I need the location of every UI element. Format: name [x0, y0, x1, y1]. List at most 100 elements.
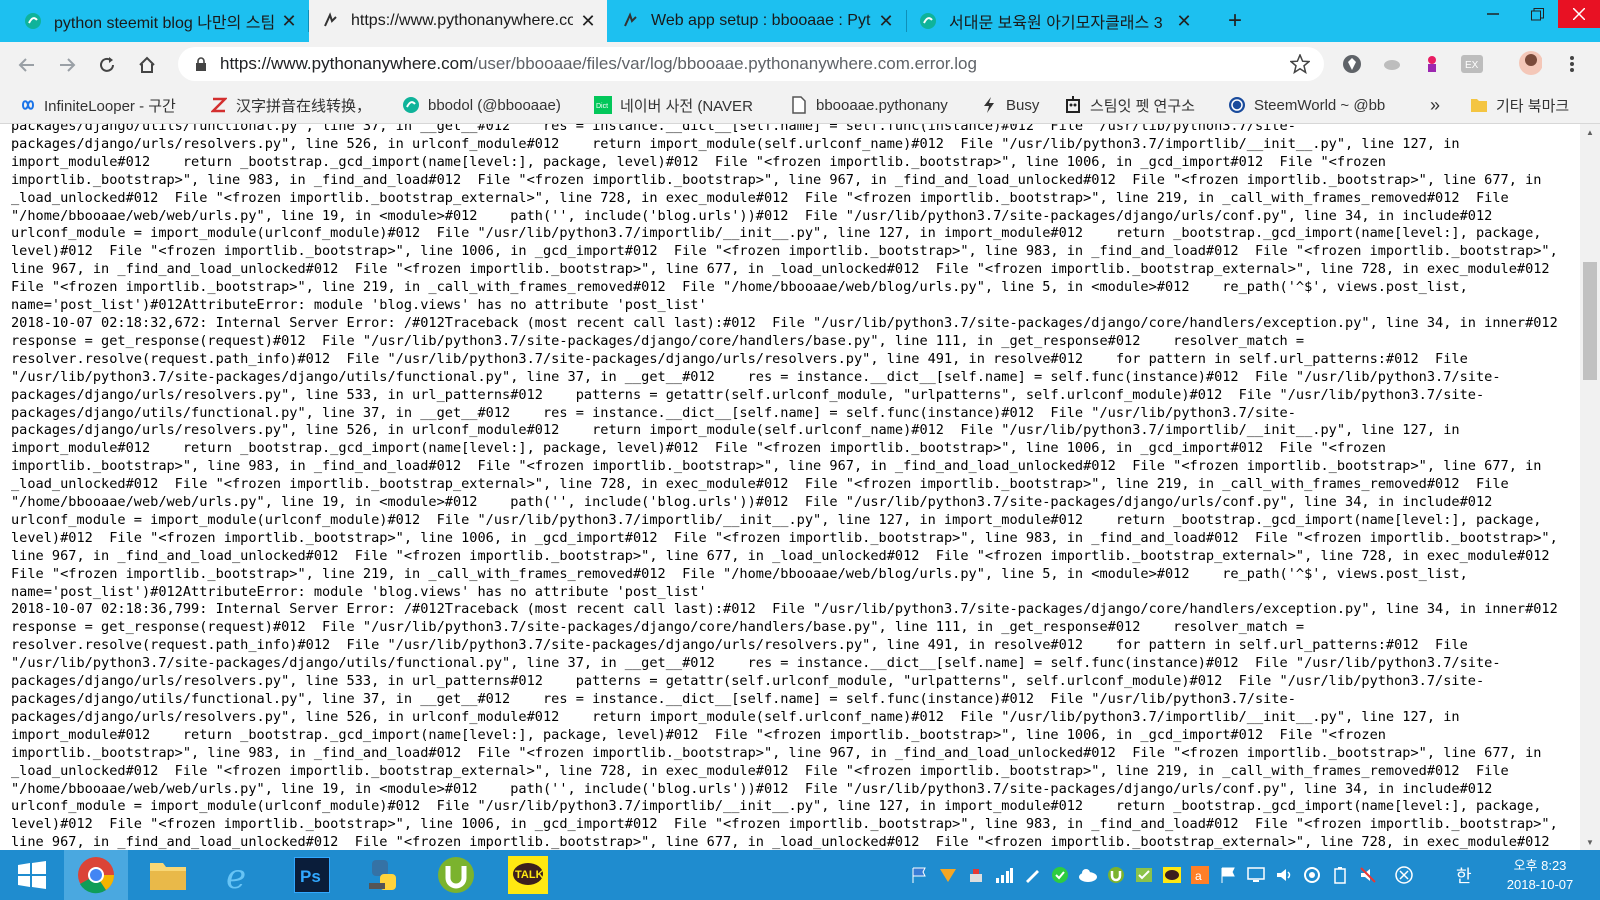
bookmark-infinitelooper[interactable]: InfiniteLooper - 구간: [18, 87, 188, 123]
bookmark-steemworld[interactable]: SteemWorld ~ @bb: [1228, 87, 1400, 123]
log-line: import_module#012 return _bootstrap._gcd…: [11, 440, 1386, 457]
tray-usb-icon[interactable]: [966, 863, 986, 887]
pythonanywhere-icon: [621, 12, 639, 30]
tray-cloud-icon[interactable]: [1078, 863, 1098, 887]
log-line: importlib._bootstrap>", line 983, in _fi…: [11, 171, 1542, 188]
scroll-down-arrow-icon[interactable]: ▼: [1580, 834, 1600, 850]
bookmark-steemit-pet-lab[interactable]: 스팀잇 펫 연구소: [1064, 87, 1214, 123]
close-icon[interactable]: ✕: [1175, 11, 1193, 31]
python-icon: [369, 860, 396, 890]
tray-network-icon[interactable]: [1302, 863, 1322, 887]
bookmark-hanzi-pinyin[interactable]: 汉字拼音在线转换，: [210, 87, 382, 123]
taskbar-file-explorer[interactable]: [136, 850, 200, 900]
tray-close-circle-icon[interactable]: [1394, 863, 1414, 887]
close-icon[interactable]: ✕: [579, 11, 597, 31]
log-line: importlib._bootstrap>", line 983, in _fi…: [11, 744, 1542, 761]
page-icon: [790, 96, 808, 114]
forward-button[interactable]: [54, 52, 80, 78]
restore-icon: [1530, 7, 1544, 20]
svg-text:Ps: Ps: [300, 867, 321, 886]
tab-steemit-blog[interactable]: python steemit blog 나만의 스팀 ✕: [12, 0, 308, 42]
log-line: resolver.resolve(request.path_info)#012 …: [11, 637, 1468, 654]
extension-shield-icon[interactable]: [1340, 52, 1364, 76]
vertical-scrollbar[interactable]: ▲ ▼: [1580, 124, 1600, 850]
tab-seodaemun[interactable]: 서대문 보육원 아기모자클래스 3 ✕: [907, 0, 1203, 42]
log-line: packages/django/urls/resolvers.py", line…: [11, 673, 1485, 690]
close-icon: [1573, 8, 1585, 20]
taskbar-internet-explorer[interactable]: e: [208, 850, 272, 900]
extension-figure-icon[interactable]: [1420, 52, 1444, 76]
tray-pen-icon[interactable]: [1022, 863, 1042, 887]
log-line: level)#012 File "<frozen importlib._boot…: [11, 243, 1558, 260]
window-close-button[interactable]: [1558, 0, 1600, 28]
forward-arrow-icon: [60, 58, 76, 72]
svg-text:e: e: [226, 857, 246, 893]
internet-explorer-icon: e: [226, 857, 246, 893]
tray-muted-icon[interactable]: [1358, 863, 1378, 887]
tray-flag-icon[interactable]: [910, 863, 930, 887]
taskbar-kakaotalk[interactable]: TALK: [496, 850, 560, 900]
log-line: import_module#012 return _bootstrap._gcd…: [11, 153, 1386, 170]
start-button[interactable]: [0, 850, 64, 900]
taskbar-utorrent[interactable]: [424, 850, 488, 900]
taskbar-photoshop[interactable]: Ps: [280, 850, 344, 900]
bookmark-bbodol[interactable]: bbodol (@bbooaae): [402, 87, 572, 123]
bookmark-star-icon[interactable]: [1289, 53, 1311, 79]
chrome-icon: [78, 857, 115, 894]
tray-orange-app-icon[interactable]: a: [1190, 863, 1210, 887]
home-icon: [139, 56, 155, 73]
bookmark-label: bbodol (@bbooaae): [428, 96, 561, 114]
tray-volume-icon[interactable]: [1274, 863, 1294, 887]
log-line: line 967, in _find_and_load_unlocked#012…: [11, 834, 1550, 850]
log-line: _load_unlocked#012 File "<frozen importl…: [11, 762, 1509, 779]
log-line: response = get_response(request)#012 Fil…: [11, 619, 1305, 636]
tray-signal-icon[interactable]: [994, 863, 1014, 887]
tray-flag-white-icon[interactable]: [1218, 863, 1238, 887]
bookmark-bbooaae-pythonanywhere[interactable]: bbooaae.pythonany: [790, 87, 960, 123]
error-log-content[interactable]: packages/django/utils/functional.py", li…: [0, 124, 1580, 850]
log-line: line 967, in _find_and_load_unlocked#012…: [11, 547, 1550, 564]
scroll-up-arrow-icon[interactable]: ▲: [1580, 124, 1600, 140]
reload-button[interactable]: [94, 52, 120, 78]
bookmarks-overflow-button[interactable]: »: [1430, 87, 1450, 123]
close-icon[interactable]: ✕: [877, 11, 895, 31]
back-button[interactable]: [14, 52, 40, 78]
ime-indicator[interactable]: 한: [1456, 862, 1472, 887]
extension-cloud-icon[interactable]: [1380, 52, 1404, 76]
lock-icon: [192, 56, 210, 72]
scrollbar-thumb[interactable]: [1583, 262, 1597, 380]
log-line: response = get_response(request)#012 Fil…: [11, 332, 1305, 349]
new-tab-button[interactable]: +: [1220, 6, 1250, 36]
address-bar[interactable]: https://www.pythonanywhere.com/user/bboo…: [178, 47, 1324, 81]
tray-battery-icon[interactable]: [1330, 863, 1350, 887]
bookmark-label: bbooaae.pythonany: [816, 96, 948, 114]
extension-ex-icon[interactable]: EX: [1460, 52, 1484, 76]
avatar[interactable]: [1518, 51, 1542, 75]
menu-icon[interactable]: [1560, 52, 1584, 76]
home-button[interactable]: [134, 52, 160, 78]
taskbar-chrome[interactable]: [64, 850, 128, 900]
log-line: "/home/bbooaae/web/web/urls.py", line 19…: [11, 494, 1493, 511]
log-line: packages/django/utils/functional.py", li…: [11, 404, 1296, 421]
tab-pythonanywhere-log[interactable]: https://www.pythonanywhere.com ✕: [309, 0, 607, 42]
bookmark-busy[interactable]: Busy: [980, 87, 1050, 123]
bookmark-naver-dict[interactable]: Dict 네이버 사전 (NAVER: [594, 87, 764, 123]
tray-chat-icon[interactable]: [1162, 863, 1182, 887]
minimize-button[interactable]: [1472, 0, 1514, 28]
log-line: packages/django/urls/resolvers.py", line…: [11, 135, 1460, 152]
system-clock[interactable]: 오후 8:23 2018-10-07: [1490, 856, 1590, 894]
tab-title: Web app setup : bbooaae : Pyth: [651, 12, 871, 29]
photoshop-icon: Ps: [294, 857, 330, 893]
tray-display-icon[interactable]: [1246, 863, 1266, 887]
svg-text:TALK: TALK: [515, 869, 544, 881]
tray-utorrent-icon[interactable]: [1106, 863, 1126, 887]
tray-triangle-icon[interactable]: [938, 863, 958, 887]
tray-checklist-icon[interactable]: [1134, 863, 1154, 887]
bookmark-other-bookmarks[interactable]: 기타 북마크: [1470, 87, 1595, 123]
tab-web-app-setup[interactable]: Web app setup : bbooaae : Pyth ✕: [609, 0, 905, 42]
close-icon[interactable]: ✕: [280, 11, 298, 31]
tray-check-icon[interactable]: [1050, 863, 1070, 887]
taskbar-python[interactable]: [352, 850, 416, 900]
restore-button[interactable]: [1516, 0, 1558, 28]
log-line: urlconf_module = import_module(urlconf_m…: [11, 511, 1542, 528]
